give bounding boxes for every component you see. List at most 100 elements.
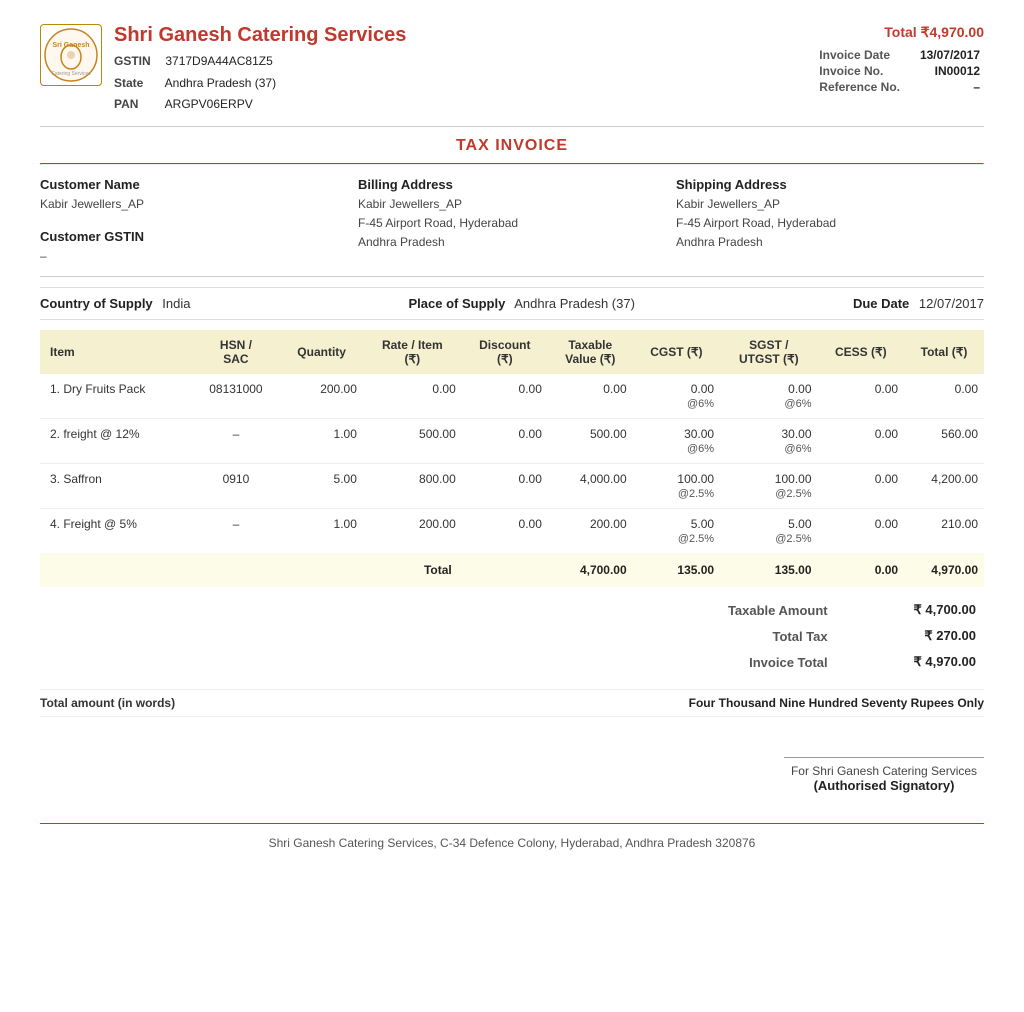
table-row: 4. Freight @ 5% – 1.00 200.00 0.00 200.0… — [40, 509, 984, 554]
item-sgst: 5.00@2.5% — [720, 509, 817, 554]
billing-line2: Andhra Pradesh — [358, 233, 666, 252]
item-cgst: 5.00@2.5% — [633, 509, 720, 554]
sig-company: For Shri Ganesh Catering Services — [784, 764, 984, 778]
item-hsn: – — [191, 419, 280, 464]
item-total: 210.00 — [904, 509, 984, 554]
logo-icon: Sri Ganesh Catering Services — [43, 27, 99, 83]
totals-row: Total 4,700.00 135.00 135.00 0.00 4,970.… — [40, 553, 984, 587]
col-hsn: HSN /SAC — [191, 330, 280, 374]
title-divider — [40, 163, 984, 165]
total-tax-label: Total Tax — [664, 623, 836, 649]
total-cgst: 135.00 — [633, 553, 720, 587]
invoice-no-value: IN00012 — [904, 63, 984, 79]
col-cess: CESS (₹) — [818, 330, 905, 374]
due-value: 12/07/2017 — [919, 296, 984, 311]
item-qty: 5.00 — [280, 464, 363, 509]
invoice-total-label: Invoice Total — [664, 649, 836, 675]
shipping-label: Shipping Address — [676, 177, 984, 192]
invoice-date-value: 13/07/2017 — [904, 47, 984, 63]
supply-row: Country of Supply India Place of Supply … — [40, 287, 984, 320]
total-tax-value: ₹ 270.00 — [836, 623, 984, 649]
item-hsn: 08131000 — [191, 374, 280, 419]
item-num-name: 3. Saffron — [40, 464, 191, 509]
invoice-total-value: ₹ 4,970.00 — [836, 649, 984, 675]
col-sgst: SGST /UTGST (₹) — [720, 330, 817, 374]
gstin-label: GSTIN — [114, 51, 162, 73]
item-num-name: 4. Freight @ 5% — [40, 509, 191, 554]
item-qty: 1.00 — [280, 509, 363, 554]
customer-gstin-value: – — [40, 247, 348, 266]
table-row: 1. Dry Fruits Pack 08131000 200.00 0.00 … — [40, 374, 984, 419]
col-cgst: CGST (₹) — [633, 330, 720, 374]
item-taxable: 4,000.00 — [548, 464, 633, 509]
item-sgst: 100.00@2.5% — [720, 464, 817, 509]
signature-section: For Shri Ganesh Catering Services (Autho… — [40, 757, 984, 793]
sig-title: (Authorised Signatory) — [784, 778, 984, 793]
item-cess: 0.00 — [818, 419, 905, 464]
item-sgst: 30.00@6% — [720, 419, 817, 464]
item-rate: 200.00 — [363, 509, 462, 554]
shipping-col: Shipping Address Kabir Jewellers_AP F-45… — [676, 177, 984, 266]
place-value: Andhra Pradesh (37) — [514, 296, 635, 311]
sig-line — [784, 757, 984, 758]
invoice-ref-value: – — [904, 79, 984, 95]
item-rate: 500.00 — [363, 419, 462, 464]
item-hsn: 0910 — [191, 464, 280, 509]
total-discount — [462, 553, 548, 587]
customer-section: Customer Name Kabir Jewellers_AP Custome… — [40, 177, 984, 266]
invoice-date-label: Invoice Date — [815, 47, 904, 63]
company-info: Shri Ganesh Catering Services GSTIN 3717… — [114, 24, 406, 116]
col-discount: Discount(₹) — [462, 330, 548, 374]
item-cess: 0.00 — [818, 464, 905, 509]
item-discount: 0.00 — [462, 374, 548, 419]
signature-box: For Shri Ganesh Catering Services (Autho… — [784, 757, 984, 793]
table-row: 3. Saffron 0910 5.00 800.00 0.00 4,000.0… — [40, 464, 984, 509]
footer: Shri Ganesh Catering Services, C-34 Defe… — [40, 823, 984, 856]
item-rate: 0.00 — [363, 374, 462, 419]
item-discount: 0.00 — [462, 464, 548, 509]
total-taxable: 4,700.00 — [548, 553, 633, 587]
invoice-no-label: Invoice No. — [815, 63, 904, 79]
item-taxable: 500.00 — [548, 419, 633, 464]
svg-text:Catering Services: Catering Services — [51, 71, 91, 77]
table-row: 2. freight @ 12% – 1.00 500.00 0.00 500.… — [40, 419, 984, 464]
due-label: Due Date — [853, 296, 909, 311]
footer-text: Shri Ganesh Catering Services, C-34 Defe… — [269, 836, 756, 850]
item-discount: 0.00 — [462, 509, 548, 554]
invoice-total-header: Total ₹4,970.00 — [815, 24, 984, 41]
header: Sri Ganesh Catering Services Shri Ganesh… — [40, 24, 984, 116]
customer-name-value: Kabir Jewellers_AP — [40, 195, 348, 214]
item-cgst: 0.00@6% — [633, 374, 720, 419]
country-of-supply: Country of Supply India — [40, 296, 191, 311]
item-discount: 0.00 — [462, 419, 548, 464]
item-cess: 0.00 — [818, 374, 905, 419]
due-date: Due Date 12/07/2017 — [853, 296, 984, 311]
item-total: 4,200.00 — [904, 464, 984, 509]
customer-name-label: Customer Name — [40, 177, 348, 192]
summary-table: Taxable Amount ₹ 4,700.00 Total Tax ₹ 27… — [664, 597, 984, 675]
col-taxable: TaxableValue (₹) — [548, 330, 633, 374]
item-taxable: 200.00 — [548, 509, 633, 554]
item-total: 0.00 — [904, 374, 984, 419]
item-num-name: 2. freight @ 12% — [40, 419, 191, 464]
shipping-line1: F-45 Airport Road, Hyderabad — [676, 214, 984, 233]
billing-label: Billing Address — [358, 177, 666, 192]
pan-label: PAN — [114, 94, 162, 116]
item-num-name: 1. Dry Fruits Pack — [40, 374, 191, 419]
invoice-ref-label: Reference No. — [815, 79, 904, 95]
total-sgst: 135.00 — [720, 553, 817, 587]
items-table: Item HSN /SAC Quantity Rate / Item(₹) Di… — [40, 330, 984, 587]
col-item: Item — [40, 330, 191, 374]
item-hsn: – — [191, 509, 280, 554]
col-rate: Rate / Item(₹) — [363, 330, 462, 374]
item-cess: 0.00 — [818, 509, 905, 554]
summary-section: Taxable Amount ₹ 4,700.00 Total Tax ₹ 27… — [40, 597, 984, 675]
words-value: Four Thousand Nine Hundred Seventy Rupee… — [689, 696, 984, 710]
invoice-title: TAX INVOICE — [40, 137, 984, 155]
state-label: State — [114, 73, 162, 95]
item-cgst: 100.00@2.5% — [633, 464, 720, 509]
total-label: Total — [40, 553, 462, 587]
shipping-line2: Andhra Pradesh — [676, 233, 984, 252]
item-qty: 200.00 — [280, 374, 363, 419]
col-qty: Quantity — [280, 330, 363, 374]
